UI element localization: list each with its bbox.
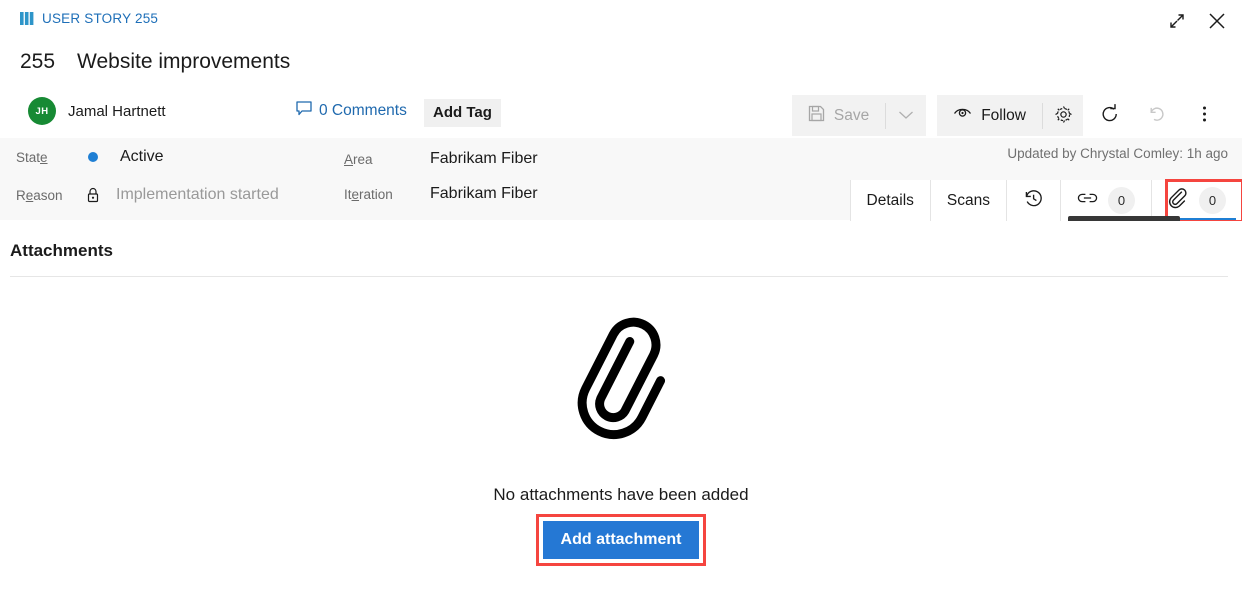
- close-icon[interactable]: [1200, 6, 1234, 36]
- work-item-header: USER STORY 255 255 Website improvements: [0, 0, 1242, 138]
- field-iteration[interactable]: Iteration Fabrikam Fiber: [344, 185, 538, 203]
- follow-button[interactable]: Follow: [937, 95, 1042, 136]
- follow-label: Follow: [981, 106, 1026, 124]
- refresh-button[interactable]: [1090, 95, 1130, 136]
- chevron-down-icon: [898, 108, 914, 123]
- empty-state-message: No attachments have been added: [493, 485, 749, 504]
- breadcrumb-label: USER STORY 255: [42, 11, 159, 26]
- eye-icon: [953, 106, 972, 125]
- assigned-to[interactable]: JH Jamal Hartnett: [28, 97, 166, 125]
- gear-icon: [1054, 105, 1073, 127]
- tab-scans-label: Scans: [946, 191, 990, 209]
- save-disk-icon: [808, 105, 825, 127]
- field-area[interactable]: Area Fabrikam Fiber: [344, 150, 538, 168]
- add-tag-button[interactable]: Add Tag: [424, 99, 501, 127]
- work-item-tabs: Details Scans 0 0: [849, 180, 1242, 221]
- state-dot-icon: [88, 152, 98, 162]
- refresh-icon: [1100, 104, 1120, 127]
- history-icon: [1023, 188, 1044, 214]
- attachments-panel: Attachments No attachments have been add…: [0, 221, 1242, 603]
- tab-links[interactable]: 0: [1061, 180, 1152, 221]
- field-iteration-label: Iteration: [344, 186, 393, 202]
- field-reason-label: Reason: [16, 187, 63, 203]
- field-state[interactable]: State Active: [16, 148, 164, 166]
- save-button-group: Save: [791, 95, 927, 136]
- work-item-icon: [20, 12, 35, 25]
- tab-attachments-badge: 0: [1199, 187, 1226, 214]
- attachments-empty-state: No attachments have been added Add attac…: [0, 311, 1242, 566]
- field-iteration-value: Fabrikam Fiber: [430, 185, 538, 202]
- work-item-id: 255: [20, 50, 56, 73]
- more-actions-button[interactable]: [1184, 95, 1224, 136]
- lock-icon: [86, 187, 100, 203]
- field-area-label: Area: [344, 151, 373, 167]
- work-item-meta-row: JH Jamal Hartnett 0 Comments Add Tag Sav…: [28, 95, 1232, 137]
- add-attachment-wrapper: Add attachment: [535, 514, 707, 566]
- link-icon: [1077, 191, 1098, 210]
- revert-button[interactable]: [1137, 95, 1177, 136]
- undo-icon: [1147, 104, 1167, 127]
- tab-scans[interactable]: Scans: [930, 180, 1007, 221]
- follow-button-group: Follow: [937, 95, 1083, 136]
- field-state-label: State: [16, 149, 48, 165]
- field-state-value: Active: [120, 148, 164, 165]
- add-attachment-button[interactable]: Add attachment: [542, 521, 700, 559]
- window-controls: [1160, 6, 1234, 36]
- breadcrumb[interactable]: USER STORY 255: [20, 11, 158, 26]
- tab-attachments[interactable]: 0: [1152, 180, 1242, 221]
- tab-details-label: Details: [866, 191, 914, 209]
- save-options-button[interactable]: [886, 95, 926, 136]
- page-title: Attachments: [10, 241, 113, 260]
- work-item-title[interactable]: Website improvements: [77, 50, 290, 74]
- tab-history[interactable]: [1007, 180, 1061, 221]
- tab-links-badge: 0: [1108, 187, 1135, 214]
- assignee-name: Jamal Hartnett: [68, 102, 166, 120]
- field-reason: Reason Implementation started: [16, 186, 279, 204]
- restore-down-icon[interactable]: [1160, 6, 1194, 36]
- work-item-dialog: USER STORY 255 255 Website improvements: [0, 0, 1242, 603]
- field-reason-value: Implementation started: [116, 186, 279, 203]
- updated-by-text: Updated by Chrystal Comley: 1h ago: [1007, 146, 1228, 161]
- field-area-value: Fabrikam Fiber: [430, 150, 538, 167]
- work-item-toolbar: Save Follow: [791, 95, 1224, 136]
- comments-link[interactable]: 0 Comments: [296, 101, 407, 121]
- tab-details[interactable]: Details: [850, 180, 931, 221]
- save-label: Save: [833, 106, 870, 124]
- paperclip-icon: [1168, 187, 1189, 214]
- section-divider: [10, 276, 1228, 277]
- settings-button[interactable]: [1043, 95, 1083, 136]
- comment-icon: [296, 101, 312, 121]
- large-paperclip-icon: [556, 311, 686, 459]
- comments-label: 0 Comments: [319, 102, 407, 119]
- kebab-menu-icon: [1202, 104, 1207, 127]
- work-item-title-row: 255 Website improvements: [20, 50, 290, 74]
- avatar: JH: [28, 97, 56, 125]
- save-button[interactable]: Save: [792, 95, 885, 136]
